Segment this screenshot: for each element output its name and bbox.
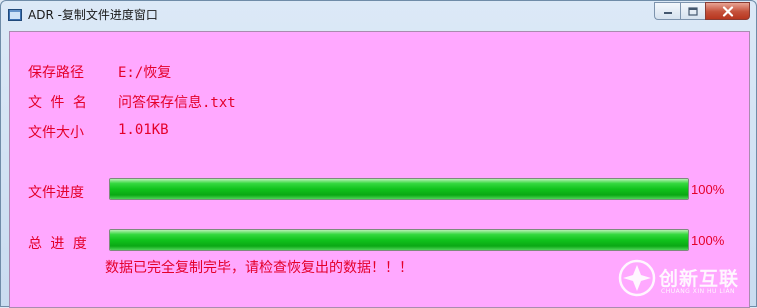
watermark-brand-cn: 创新互联 <box>659 268 740 290</box>
title-bar[interactable]: ADR -复制文件进度窗口 <box>1 1 756 29</box>
file-size-value: 1.01KB <box>118 122 169 138</box>
file-progress-bar <box>109 178 689 200</box>
close-icon <box>722 5 733 17</box>
watermark: 创新互联 CHUANG XIN HU LIAN <box>615 254 755 304</box>
file-name-value: 问答保存信息.txt <box>118 95 236 111</box>
status-message: 数据已完全复制完毕，请检查恢复出的数据！！！ <box>105 260 413 276</box>
app-icon <box>8 9 22 21</box>
app-window: ADR -复制文件进度窗口 保存路径 E:/恢复 文 件 名 问答保存信息.tx… <box>0 0 757 308</box>
maximize-icon <box>688 6 698 16</box>
maximize-button[interactable] <box>680 2 705 20</box>
minimize-icon <box>663 12 672 14</box>
save-path-value: E:/恢复 <box>118 65 172 81</box>
total-progress-bar <box>109 229 689 251</box>
file-progress-label: 文件进度 <box>28 185 84 201</box>
total-progress-percent: 100% <box>691 233 725 248</box>
save-path-label: 保存路径 <box>28 65 84 81</box>
window-controls <box>654 2 750 21</box>
minimize-button[interactable] <box>654 2 680 20</box>
watermark-brand-en: CHUANG XIN HU LIAN <box>661 288 736 295</box>
file-size-label: 文件大小 <box>28 125 84 141</box>
file-progress-percent: 100% <box>691 182 725 197</box>
close-button[interactable] <box>705 2 750 20</box>
brand-logo-icon <box>618 259 656 297</box>
file-progress-fill <box>110 179 688 199</box>
file-name-label: 文 件 名 <box>28 95 87 111</box>
total-progress-label: 总 进 度 <box>28 236 87 252</box>
total-progress-fill <box>110 230 688 250</box>
window-title: ADR -复制文件进度窗口 <box>28 8 158 22</box>
